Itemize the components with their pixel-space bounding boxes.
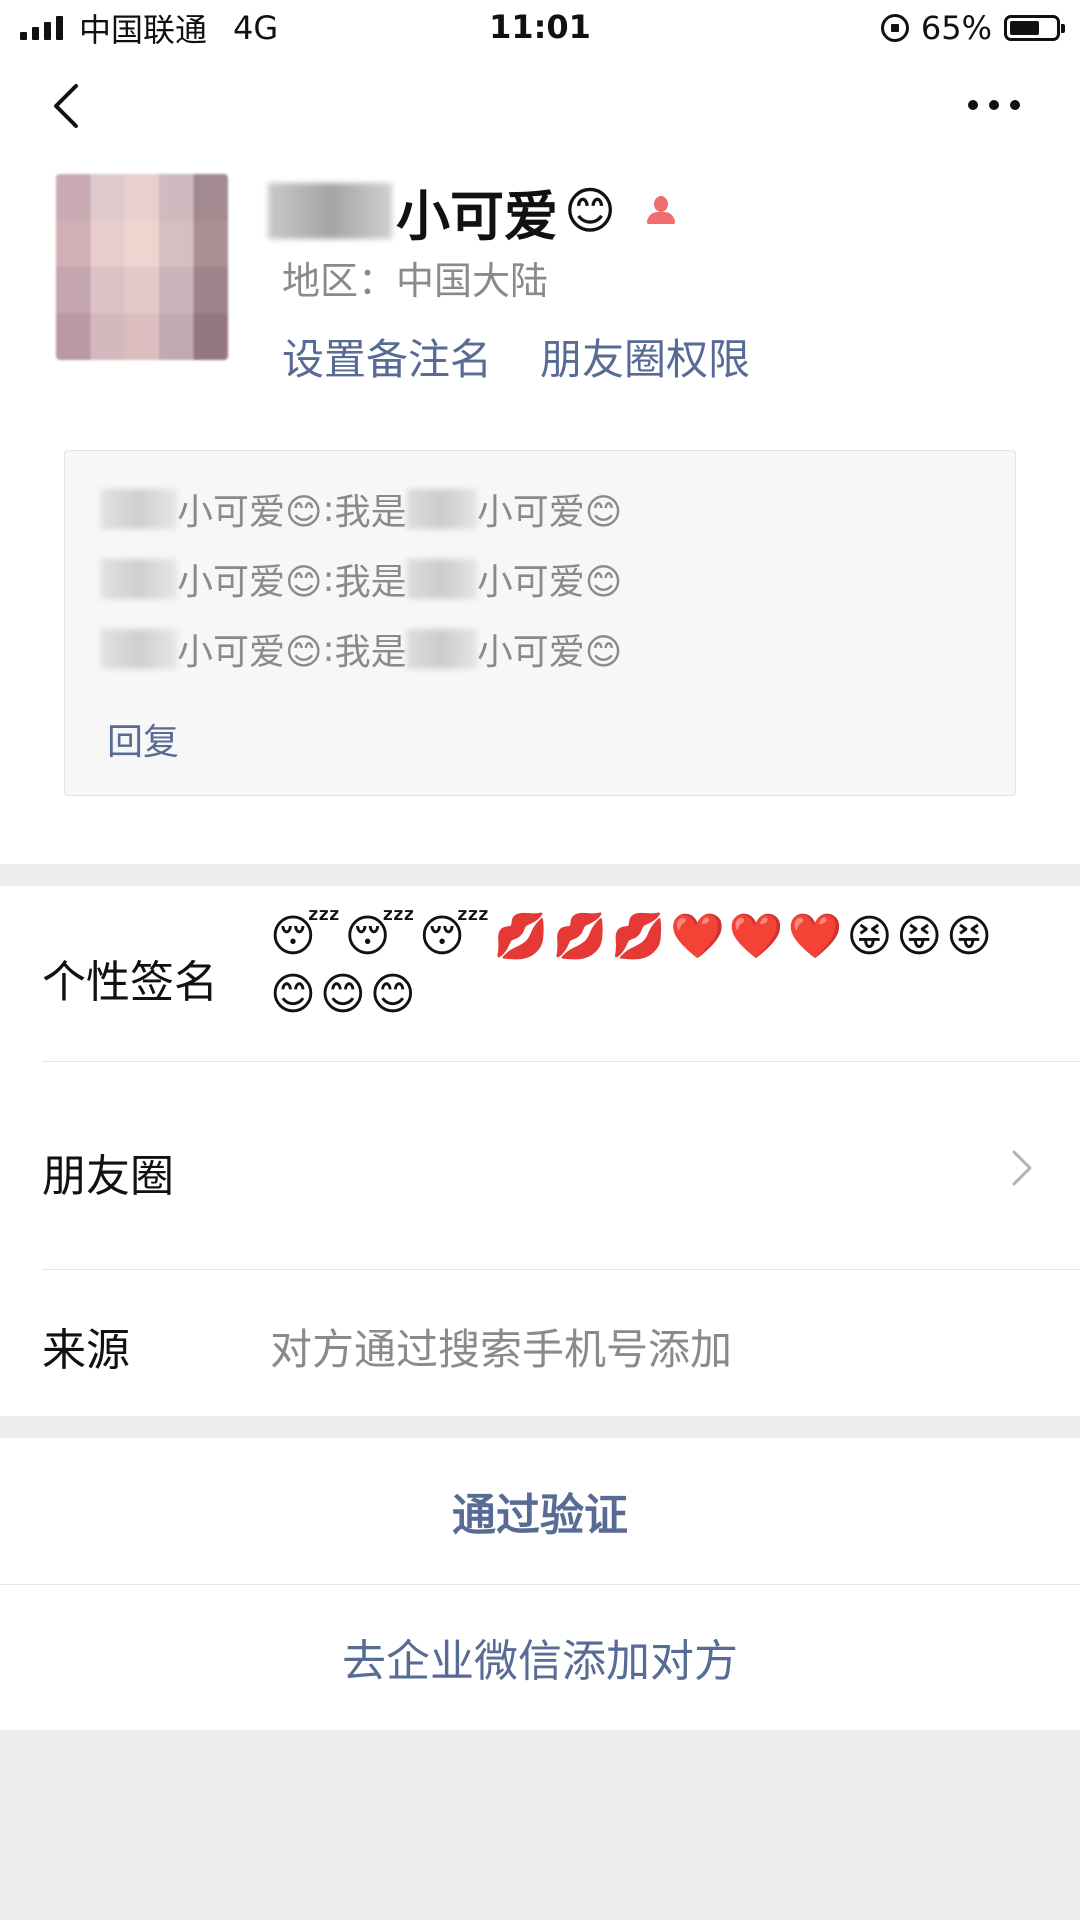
message-prefix: 我是 — [334, 562, 407, 603]
message-prefix: 我是 — [334, 632, 407, 673]
status-right: 65% — [880, 8, 1065, 48]
message-separator: : — [322, 558, 335, 600]
accept-verification-button[interactable]: 通过验证 — [0, 1438, 1080, 1584]
verification-message: 小可爱😊 : 我是 小可爱😊 — [101, 551, 622, 607]
nav-bar — [0, 56, 1080, 156]
verification-message: 小可爱😊 : 我是 小可爱😊 — [101, 481, 622, 537]
divider — [0, 1584, 1080, 1585]
nickname-emoji: 😊 — [564, 182, 617, 240]
battery-percent: 65% — [920, 9, 992, 47]
nickname-row: 小可爱 😊 — [268, 176, 678, 248]
chevron-right-icon — [1012, 1150, 1032, 1186]
profile-card: 小可爱 😊 地区：中国大陆 设置备注名 朋友圈权限 小可爱😊 : 我是 小可爱😊… — [0, 156, 1080, 864]
profile-actions: 设置备注名 朋友圈权限 — [282, 326, 750, 387]
source-label: 来源 — [42, 1325, 130, 1376]
moments-permission-link[interactable]: 朋友圈权限 — [540, 326, 750, 387]
more-dots-icon[interactable] — [968, 100, 1020, 110]
reply-link[interactable]: 回复 — [107, 713, 179, 765]
moments-label: 朋友圈 — [42, 1151, 174, 1202]
battery-fill — [1010, 21, 1039, 35]
source-row: 来源 对方通过搜索手机号添加 — [0, 1270, 1080, 1416]
rotation-lock-icon — [880, 14, 909, 42]
message-sender: 小可爱😊 — [177, 632, 323, 673]
verification-messages-box: 小可爱😊 : 我是 小可爱😊 小可爱😊 : 我是 小可爱😊 小可爱😊 : 我是 — [64, 450, 1016, 796]
signature-value: 😴😴😴💋💋💋❤️❤️❤️😝😝😝😊😊😊 — [270, 911, 997, 1020]
set-remark-link[interactable]: 设置备注名 — [282, 326, 492, 387]
add-via-enterprise-wechat-button[interactable]: 去企业微信添加对方 — [0, 1584, 1080, 1730]
signature-label: 个性签名 — [42, 957, 218, 1008]
contact-verification-page: 中国联通 4G 11:01 65% 小可爱 😊 地区：中国大陆 设置备注名 朋友… — [0, 0, 1080, 1920]
message-sender: 小可爱😊 — [177, 492, 323, 533]
female-icon — [644, 194, 678, 228]
verification-message: 小可爱😊 : 我是 小可爱😊 — [101, 621, 622, 677]
message-separator: : — [322, 628, 335, 670]
moments-row[interactable]: 朋友圈 — [0, 1062, 1080, 1270]
message-prefix: 我是 — [334, 492, 407, 533]
message-suffix: 小可爱😊 — [476, 492, 623, 533]
nickname-redacted — [268, 183, 392, 239]
avatar[interactable] — [56, 174, 228, 360]
region-text: 地区：中国大陆 — [282, 259, 549, 303]
signature-row: 个性签名 😴😴😴💋💋💋❤️❤️❤️😝😝😝😊😊😊 — [0, 886, 1080, 1062]
chevron-left-icon[interactable] — [48, 82, 88, 130]
message-sender: 小可爱😊 — [177, 562, 323, 603]
nickname: 小可爱 — [396, 184, 558, 248]
message-suffix: 小可爱😊 — [476, 632, 623, 673]
status-bar: 中国联通 4G 11:01 65% — [0, 0, 1080, 56]
info-section: 个性签名 😴😴😴💋💋💋❤️❤️❤️😝😝😝😊😊😊 朋友圈 来源 对方通过搜索手机号… — [0, 886, 1080, 1416]
source-value: 对方通过搜索手机号添加 — [270, 1325, 733, 1374]
message-suffix: 小可爱😊 — [476, 562, 623, 603]
battery-icon — [1004, 15, 1065, 41]
message-separator: : — [322, 488, 335, 530]
